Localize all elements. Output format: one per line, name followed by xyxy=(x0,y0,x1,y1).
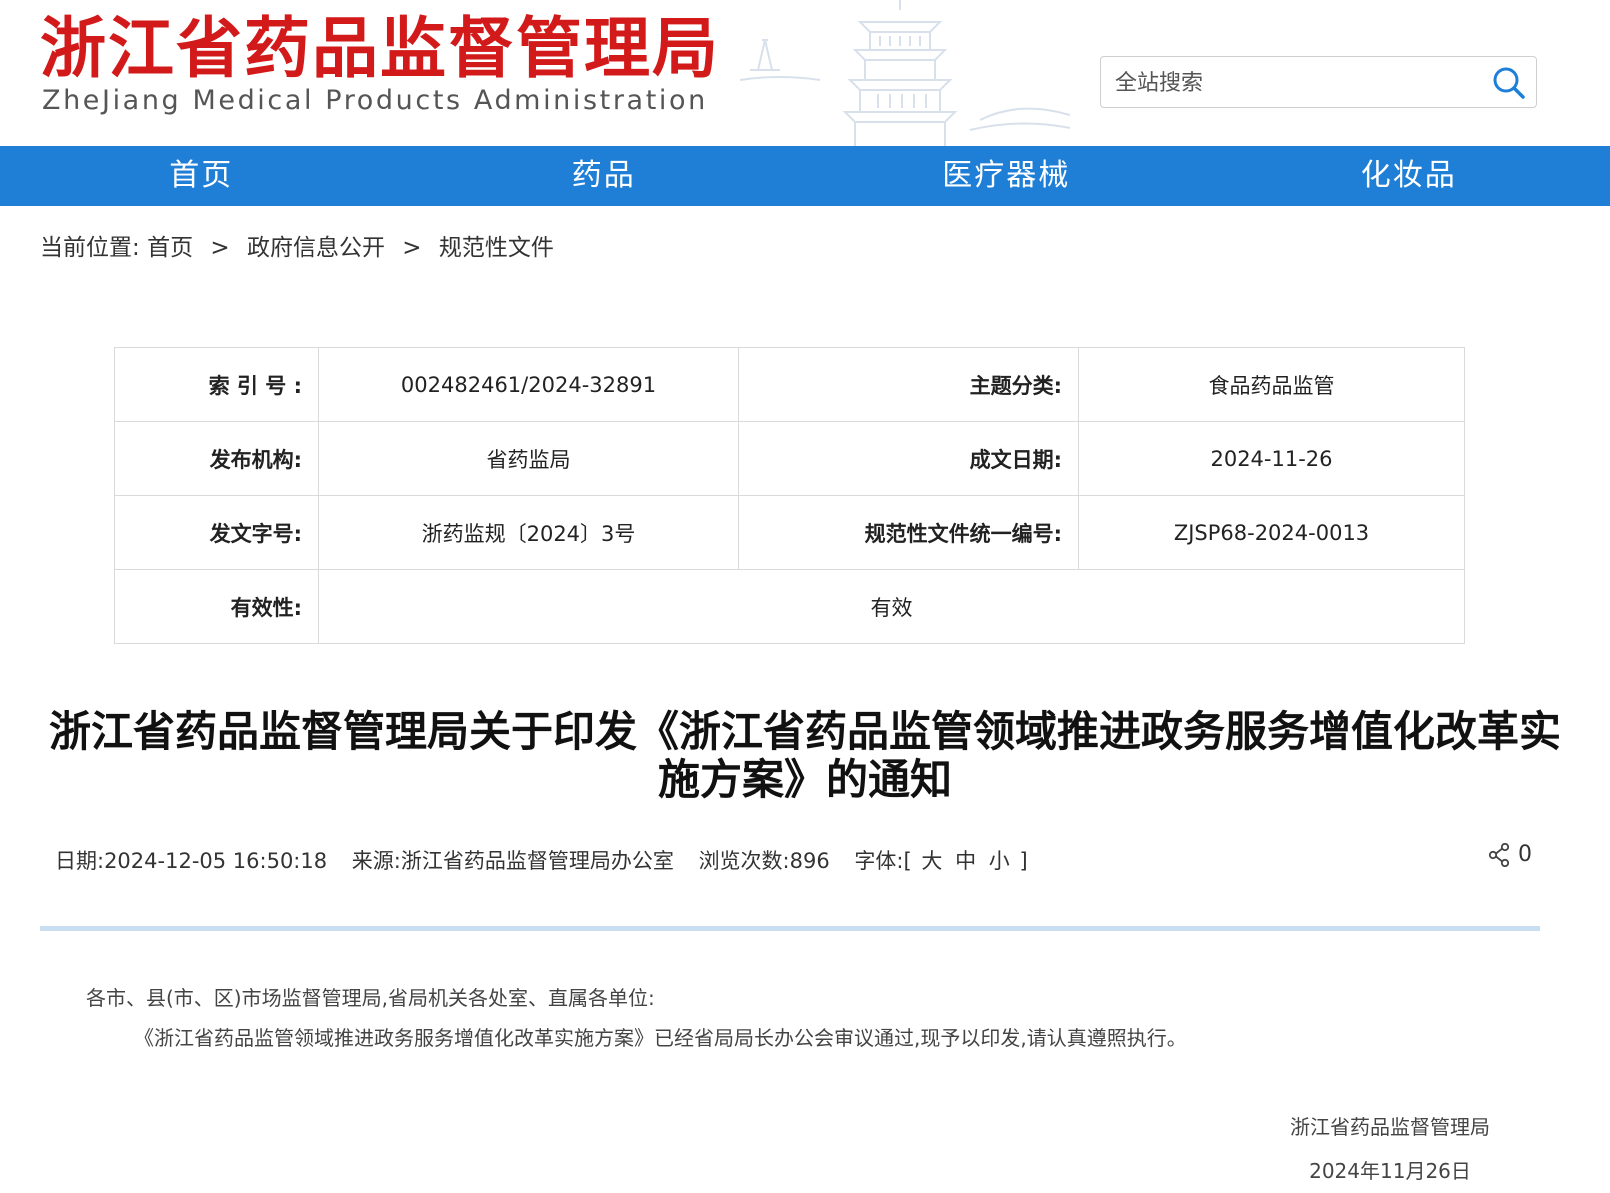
article-info-bar: 日期:2024-12-05 16:50:18 来源:浙江省药品监督管理局办公室 … xyxy=(55,845,1028,875)
breadcrumb-separator: > xyxy=(402,235,421,261)
unified-number-label: 规范性文件统一编号: xyxy=(739,496,1079,570)
pagoda-illustration xyxy=(740,0,1070,146)
publisher-label: 发布机构: xyxy=(115,422,319,496)
search-input[interactable] xyxy=(1113,65,1477,101)
topic-value: 食品药品监管 xyxy=(1079,348,1465,422)
unified-number-value: ZJSP68-2024-0013 xyxy=(1079,496,1465,570)
table-row: 有效性: 有效 xyxy=(115,570,1465,644)
nav-item-home[interactable]: 首页 xyxy=(0,146,403,206)
table-row: 索 引 号 : 002482461/2024-32891 主题分类: 食品药品监… xyxy=(115,348,1465,422)
publisher-value: 省药监局 xyxy=(319,422,739,496)
date-value: 2024-11-26 xyxy=(1079,422,1465,496)
article-title: 浙江省药品监督管理局关于印发《浙江省药品监管领域推进政务服务增值化改革实施方案》… xyxy=(40,708,1570,804)
body-paragraph: 《浙江省药品监管领域推进政务服务增值化改革实施方案》已经省局局长办公会审议通过,… xyxy=(86,1018,1526,1058)
index-value: 002482461/2024-32891 xyxy=(319,348,739,422)
docno-label: 发文字号: xyxy=(115,496,319,570)
view-count: 浏览次数:896 xyxy=(699,849,830,873)
site-logo-chinese[interactable]: 浙江省药品监督管理局 xyxy=(40,8,720,88)
breadcrumb-home[interactable]: 首页 xyxy=(147,235,193,261)
docno-value: 浙药监规〔2024〕3号 xyxy=(319,496,739,570)
breadcrumb-normative-docs[interactable]: 规范性文件 xyxy=(439,235,554,261)
nav-item-drugs[interactable]: 药品 xyxy=(403,146,806,206)
font-size-large[interactable]: 大 xyxy=(921,849,942,873)
breadcrumb-gov-info[interactable]: 政府信息公开 xyxy=(247,235,385,261)
article-source: 来源:浙江省药品监督管理局办公室 xyxy=(352,849,674,873)
breadcrumb: 当前位置: 首页 > 政府信息公开 > 规范性文件 xyxy=(40,228,554,262)
font-size-controls: 字体:[ 大 中 小 ] xyxy=(854,849,1027,873)
validity-label: 有效性: xyxy=(115,570,319,644)
font-size-medium[interactable]: 中 xyxy=(955,849,976,873)
nav-item-cosmetics[interactable]: 化妆品 xyxy=(1208,146,1610,206)
signature-date: 2024年11月26日 xyxy=(1280,1149,1500,1193)
font-size-small[interactable]: 小 xyxy=(989,849,1010,873)
breadcrumb-separator: > xyxy=(210,235,229,261)
table-row: 发文字号: 浙药监规〔2024〕3号 规范性文件统一编号: ZJSP68-202… xyxy=(115,496,1465,570)
search-icon[interactable] xyxy=(1492,66,1526,100)
signature-org: 浙江省药品监督管理局 xyxy=(1280,1105,1500,1149)
validity-value: 有效 xyxy=(319,570,1465,644)
date-label: 成文日期: xyxy=(739,422,1079,496)
article-body: 各市、县(市、区)市场监督管理局,省局机关各处室、直属各单位: 《浙江省药品监管… xyxy=(86,978,1526,1058)
main-nav: 首页 药品 医疗器械 化妆品 xyxy=(0,146,1610,206)
site-logo-english[interactable]: ZheJiang Medical Products Administration xyxy=(42,84,708,118)
nav-item-medical-devices[interactable]: 医疗器械 xyxy=(805,146,1208,206)
breadcrumb-prefix: 当前位置: xyxy=(40,235,140,261)
font-size-bracket-close: ] xyxy=(1019,849,1027,873)
share-button[interactable]: 0 xyxy=(1488,842,1532,867)
publish-date: 日期:2024-12-05 16:50:18 xyxy=(55,849,327,873)
table-row: 发布机构: 省药监局 成文日期: 2024-11-26 xyxy=(115,422,1465,496)
font-size-label: 字体:[ xyxy=(854,849,911,873)
search-box xyxy=(1100,56,1537,108)
index-label: 索 引 号 : xyxy=(115,348,319,422)
salutation: 各市、县(市、区)市场监督管理局,省局机关各处室、直属各单位: xyxy=(86,978,1526,1018)
topic-label: 主题分类: xyxy=(739,348,1079,422)
content-divider xyxy=(40,926,1540,931)
share-icon xyxy=(1488,843,1510,867)
site-header: 浙江省药品监督管理局 ZheJiang Medical Products Adm… xyxy=(0,0,1610,146)
share-count: 0 xyxy=(1518,842,1532,867)
document-meta-table: 索 引 号 : 002482461/2024-32891 主题分类: 食品药品监… xyxy=(114,347,1465,644)
